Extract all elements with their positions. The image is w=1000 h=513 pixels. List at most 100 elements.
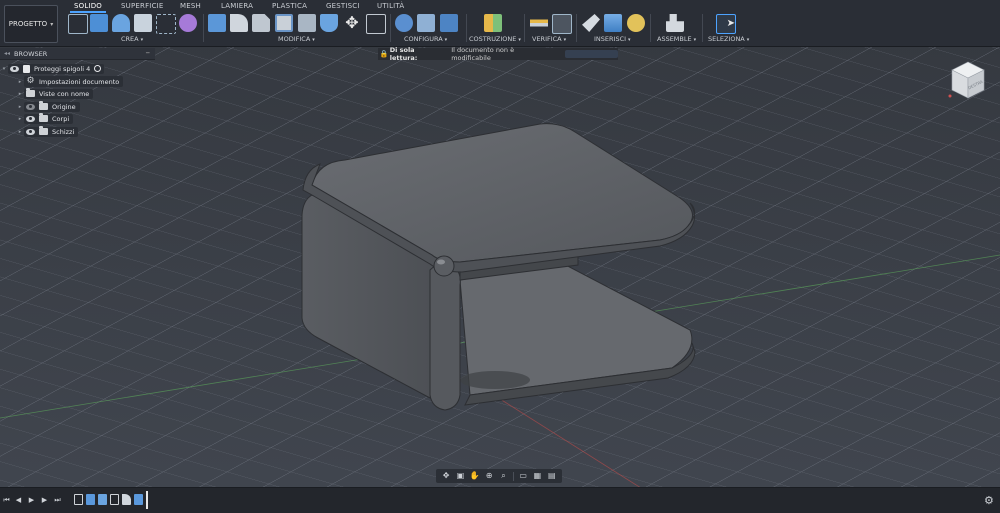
play-icon[interactable]: ▶ bbox=[27, 496, 36, 505]
scale-icon[interactable] bbox=[320, 14, 338, 32]
go-to-start-icon[interactable]: ⏮ bbox=[2, 496, 11, 505]
form-icon[interactable] bbox=[179, 14, 197, 32]
timeline-fillet-icon[interactable] bbox=[122, 494, 131, 505]
group-crea[interactable]: CREA ▾ bbox=[121, 35, 143, 43]
viewport-canvas[interactable] bbox=[0, 0, 1000, 512]
root-label: Proteggi spigoli 4 bbox=[34, 64, 91, 73]
browser-item-schizzi[interactable]: ▸ Schizzi bbox=[16, 126, 79, 137]
read-only-label: Di sola lettura: bbox=[389, 46, 418, 62]
tab-mesh[interactable]: MESH bbox=[180, 2, 201, 10]
active-tab-indicator bbox=[70, 11, 106, 13]
folder-icon bbox=[26, 88, 35, 97]
read-only-banner: 🔒 Di sola lettura: Il documento non è mo… bbox=[378, 46, 618, 62]
browser-item-label: Schizzi bbox=[52, 127, 75, 136]
align-icon[interactable] bbox=[366, 14, 386, 34]
group-seleziona[interactable]: SELEZIONA ▾ bbox=[708, 35, 749, 43]
browser-item-impostazioni[interactable]: ▸ ⚙ Impostazioni documento bbox=[16, 76, 124, 87]
draft-icon[interactable] bbox=[298, 14, 316, 32]
browser-panel-header[interactable]: ◂◂ BROWSER – bbox=[0, 48, 155, 60]
fillet-icon[interactable] bbox=[230, 14, 248, 32]
select-cursor-icon[interactable]: ➤ bbox=[716, 14, 736, 34]
save-copy-link[interactable] bbox=[565, 50, 618, 58]
step-forward-icon[interactable]: ▶ bbox=[40, 496, 49, 505]
project-menu-button[interactable]: PROGETTO ▾ bbox=[4, 5, 58, 43]
group-modifica[interactable]: MODIFICA ▾ bbox=[278, 35, 315, 43]
folder-icon bbox=[39, 113, 48, 122]
browser-item-origine[interactable]: ▸ Origine bbox=[16, 101, 80, 112]
group-configura[interactable]: CONFIGURA ▾ bbox=[404, 35, 447, 43]
timeline-extrude-icon[interactable] bbox=[86, 494, 95, 505]
collapse-arrow-icon[interactable]: ▾ bbox=[0, 66, 8, 72]
press-pull-icon[interactable] bbox=[208, 14, 226, 32]
expand-arrow-icon[interactable]: ▸ bbox=[16, 91, 24, 97]
browser-root-node[interactable]: ▾ Proteggi spigoli 4 bbox=[0, 63, 105, 74]
go-to-end-icon[interactable]: ⏭ bbox=[53, 496, 62, 505]
insert-mesh-icon[interactable] bbox=[627, 14, 645, 32]
tab-plastica[interactable]: PLASTICA bbox=[272, 2, 307, 10]
configure-parameters-icon[interactable] bbox=[395, 14, 413, 32]
timeline-bar: ⏮ ◀ ▶ ▶ ⏭ ⚙ bbox=[0, 487, 1000, 513]
settings-gear-icon[interactable]: ⚙ bbox=[984, 494, 994, 507]
offset-plane-icon[interactable] bbox=[484, 14, 502, 32]
configure-table-icon[interactable] bbox=[417, 14, 435, 32]
revolve-icon[interactable] bbox=[112, 14, 130, 32]
measure-icon[interactable] bbox=[530, 14, 548, 32]
timeline-extrude-icon[interactable] bbox=[134, 494, 143, 505]
display-settings-icon[interactable]: ▭ bbox=[518, 471, 528, 481]
main-toolbar: PROGETTO ▾ SOLIDO SUPERFICIE MESH LAMIER… bbox=[0, 0, 1000, 47]
joint-icon[interactable] bbox=[666, 14, 684, 32]
grid-settings-icon[interactable]: ▦ bbox=[532, 471, 542, 481]
group-costruzione[interactable]: COSTRUZIONE ▾ bbox=[469, 35, 521, 43]
visibility-eye-icon[interactable] bbox=[26, 103, 35, 110]
expand-arrow-icon[interactable]: ▸ bbox=[16, 116, 24, 122]
visibility-eye-icon[interactable] bbox=[26, 115, 35, 122]
browser-item-viste[interactable]: ▸ Viste con nome bbox=[16, 88, 94, 99]
expand-panel-icon[interactable]: ◂◂ bbox=[4, 50, 10, 57]
group-assemble[interactable]: ASSEMBLE ▾ bbox=[657, 35, 696, 43]
insert-derive-icon[interactable] bbox=[582, 14, 600, 32]
pan-hand-icon[interactable]: ✋ bbox=[470, 471, 480, 481]
expand-arrow-icon[interactable]: ▸ bbox=[16, 104, 24, 110]
pattern-icon[interactable] bbox=[156, 14, 176, 34]
active-component-icon[interactable] bbox=[94, 65, 102, 72]
read-only-message: Il documento non è modificabile bbox=[451, 46, 515, 62]
group-inserisci[interactable]: INSERISCI ▾ bbox=[594, 35, 631, 43]
gear-icon: ⚙ bbox=[26, 76, 35, 86]
group-verifica[interactable]: VERIFICA ▾ bbox=[532, 35, 566, 43]
shell-icon[interactable] bbox=[275, 14, 293, 32]
minimize-panel-icon[interactable]: – bbox=[146, 48, 151, 59]
extrude-icon[interactable] bbox=[90, 14, 108, 32]
orbit-icon[interactable]: ✥ bbox=[441, 471, 451, 481]
tab-superficie[interactable]: SUPERFICIE bbox=[121, 2, 164, 10]
visibility-eye-icon[interactable] bbox=[10, 65, 19, 72]
box-icon[interactable] bbox=[134, 14, 152, 32]
expand-arrow-icon[interactable]: ▸ bbox=[16, 79, 24, 85]
tab-gestisci[interactable]: GESTISCI bbox=[326, 2, 360, 10]
tab-solido[interactable]: SOLIDO bbox=[74, 2, 102, 10]
timeline-extrude-icon[interactable] bbox=[98, 494, 107, 505]
move-icon[interactable]: ✥ bbox=[343, 14, 361, 32]
expand-arrow-icon[interactable]: ▸ bbox=[16, 129, 24, 135]
visibility-eye-icon[interactable] bbox=[26, 128, 35, 135]
timeline-sketch-icon[interactable] bbox=[110, 494, 119, 505]
insert-canvas-icon[interactable] bbox=[604, 14, 622, 32]
chamfer-icon[interactable] bbox=[252, 14, 270, 32]
project-button-label: PROGETTO bbox=[8, 20, 48, 28]
tab-lamiera[interactable]: LAMIERA bbox=[221, 2, 253, 10]
lock-icon: 🔒 bbox=[379, 50, 389, 58]
step-back-icon[interactable]: ◀ bbox=[14, 496, 23, 505]
timeline-sketch-icon[interactable] bbox=[74, 494, 83, 505]
fit-icon[interactable]: ⌕ bbox=[498, 471, 508, 481]
look-at-icon[interactable]: ▣ bbox=[455, 471, 465, 481]
folder-icon bbox=[39, 126, 48, 135]
create-sketch-icon[interactable] bbox=[68, 14, 88, 34]
configure-rules-icon[interactable] bbox=[440, 14, 458, 32]
browser-item-corpi[interactable]: ▸ Corpi bbox=[16, 113, 74, 124]
viewcube[interactable]: DESTRA bbox=[944, 56, 992, 104]
folder-icon bbox=[39, 101, 48, 110]
zoom-icon[interactable]: ⊕ bbox=[484, 471, 494, 481]
timeline-marker[interactable] bbox=[146, 491, 148, 509]
tab-utilita[interactable]: UTILITÀ bbox=[377, 2, 404, 10]
section-analysis-icon[interactable] bbox=[552, 14, 572, 34]
viewports-icon[interactable]: ▤ bbox=[547, 471, 557, 481]
